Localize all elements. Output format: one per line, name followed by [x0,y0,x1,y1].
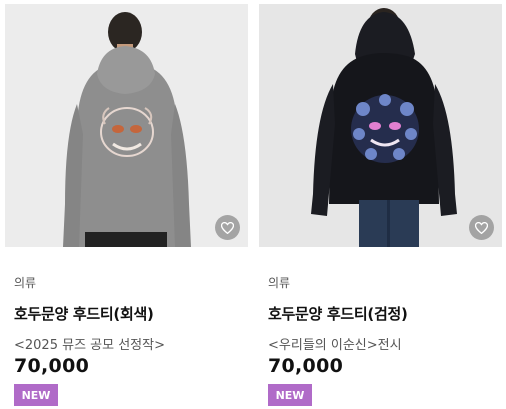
heart-outline-icon [221,221,234,234]
heart-outline-icon [475,221,488,234]
product-card-grey[interactable]: 의류 호두문양 후드티(회색) <2025 뮤즈 공모 선정작> 70,000 … [5,4,248,406]
new-badge: NEW [14,384,58,406]
product-category: 의류 [268,276,291,290]
product-name[interactable]: 호두문양 후드티(검정) [268,303,408,324]
product-price: 70,000 [14,355,90,377]
product-subtitle: <우리들의 이순신>전시 [268,338,402,353]
grey-hoodie-photo [5,4,248,247]
wishlist-button[interactable] [469,215,494,240]
wishlist-button[interactable] [215,215,240,240]
product-image-black-hoodie[interactable] [259,4,502,247]
product-subtitle: <2025 뮤즈 공모 선정작> [14,338,165,353]
product-price: 70,000 [268,355,344,377]
product-category: 의류 [14,276,37,290]
black-hoodie-photo [259,4,502,247]
product-name[interactable]: 호두문양 후드티(회색) [14,303,154,324]
new-badge: NEW [268,384,312,406]
product-card-black[interactable]: 의류 호두문양 후드티(검정) <우리들의 이순신>전시 70,000 NEW [259,4,502,406]
product-image-grey-hoodie[interactable] [5,4,248,247]
